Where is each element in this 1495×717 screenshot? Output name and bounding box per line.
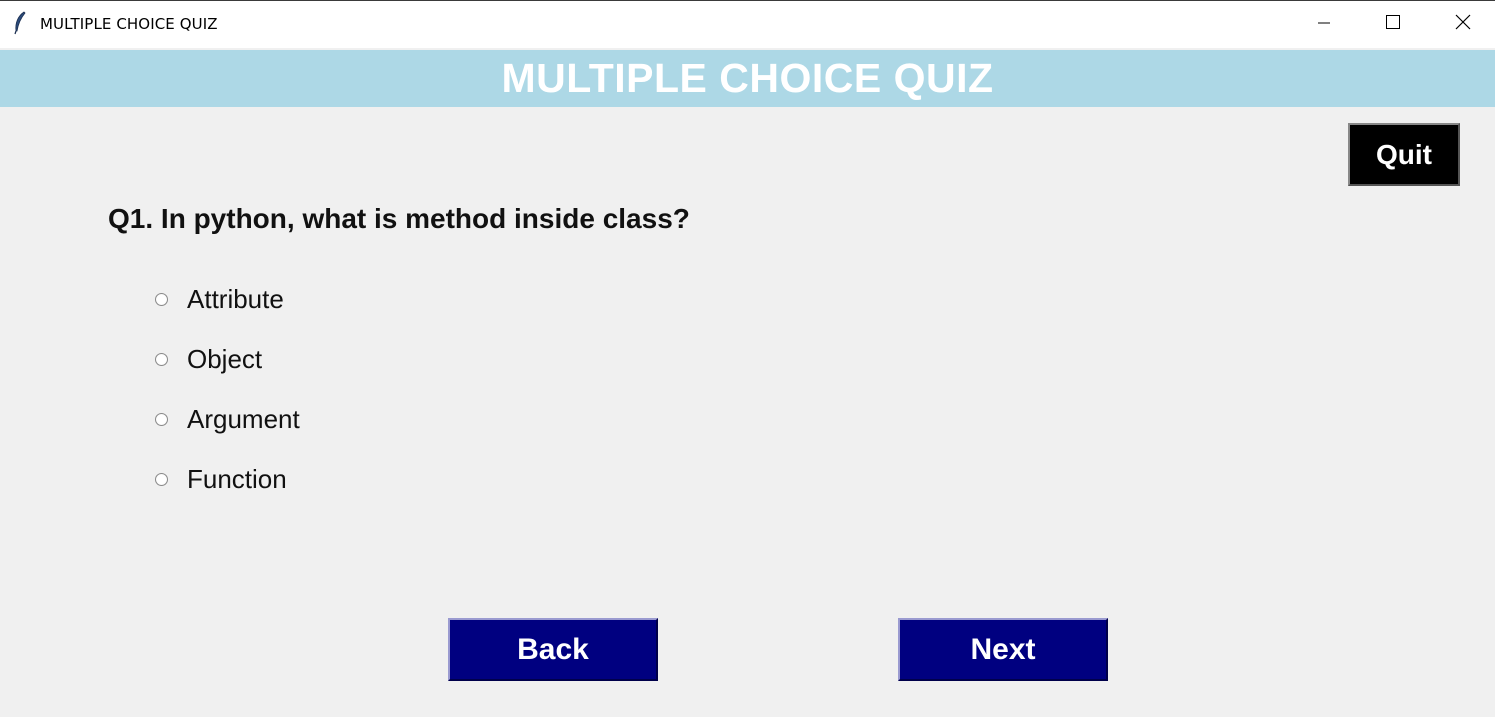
option-label: Function bbox=[187, 463, 287, 494]
close-button[interactable] bbox=[1440, 1, 1486, 48]
radio-button[interactable] bbox=[155, 473, 168, 486]
option-label: Object bbox=[187, 343, 263, 374]
banner-title: MULTIPLE CHOICE QUIZ bbox=[501, 55, 994, 101]
quiz-window: MULTIPLE CHOICE QUIZ MULTIPLE CHOICE QUI… bbox=[0, 0, 1495, 717]
minimize-icon bbox=[1318, 16, 1330, 34]
feather-icon bbox=[12, 11, 28, 35]
minimize-button[interactable] bbox=[1301, 1, 1347, 48]
window-title: MULTIPLE CHOICE QUIZ bbox=[40, 15, 218, 33]
quit-button[interactable]: Quit bbox=[1348, 123, 1460, 186]
maximize-button[interactable] bbox=[1370, 1, 1416, 48]
next-button[interactable]: Next bbox=[898, 618, 1108, 681]
option-function[interactable]: Function bbox=[155, 463, 287, 495]
radio-button[interactable] bbox=[155, 293, 168, 306]
header-banner: MULTIPLE CHOICE QUIZ bbox=[0, 50, 1495, 107]
maximize-icon bbox=[1386, 15, 1400, 34]
close-icon bbox=[1455, 14, 1471, 35]
back-button[interactable]: Back bbox=[448, 618, 658, 681]
question-text: Q1. In python, what is method inside cla… bbox=[108, 203, 690, 234]
radio-button[interactable] bbox=[155, 353, 168, 366]
option-argument[interactable]: Argument bbox=[155, 403, 300, 435]
option-object[interactable]: Object bbox=[155, 343, 262, 375]
radio-button[interactable] bbox=[155, 413, 168, 426]
option-label: Argument bbox=[187, 403, 300, 434]
option-label: Attribute bbox=[187, 283, 284, 314]
option-attribute[interactable]: Attribute bbox=[155, 283, 284, 315]
title-bar: MULTIPLE CHOICE QUIZ bbox=[0, 1, 1495, 48]
